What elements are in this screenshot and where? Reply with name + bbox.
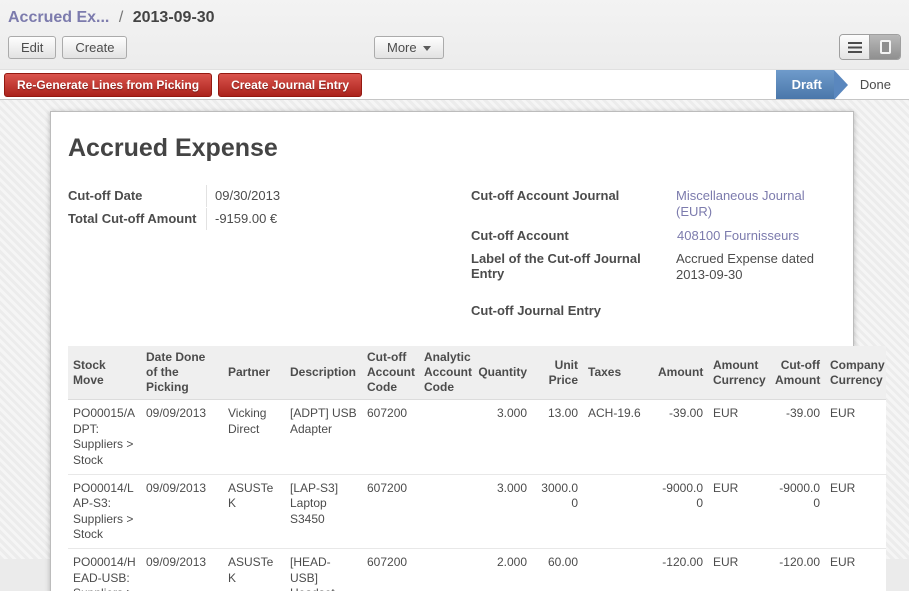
table-cell: -120.00 xyxy=(770,549,825,591)
table-row[interactable]: PO00014/HEAD-USB: Suppliers > Stock09/09… xyxy=(68,549,886,591)
field-group-right: Cut-off Account Journal Miscellaneous Jo… xyxy=(471,185,836,322)
view-switcher xyxy=(839,34,901,60)
more-label: More xyxy=(387,40,417,55)
table-cell: 3000.00 xyxy=(532,474,583,548)
column-header: Amount Currency xyxy=(708,346,770,400)
table-cell: -9000.00 xyxy=(770,474,825,548)
table-cell: EUR xyxy=(708,549,770,591)
chevron-down-icon xyxy=(423,46,431,51)
total-cutoff-amount-label: Total Cut-off Amount xyxy=(68,208,206,230)
page-title: Accrued Expense xyxy=(68,134,836,163)
table-cell: 3.000 xyxy=(473,474,532,548)
table-cell: PO00014/LAP-S3: Suppliers > Stock xyxy=(68,474,141,548)
column-header: Cut-off Account Code xyxy=(362,346,419,400)
table-cell: -39.00 xyxy=(653,400,708,474)
column-header: Date Done of the Picking xyxy=(141,346,223,400)
table-cell: 2.000 xyxy=(473,549,532,591)
table-cell: ASUSTeK xyxy=(223,474,285,548)
top-bar: Accrued Ex... / 2013-09-30 Edit Create M… xyxy=(0,0,909,69)
table-cell: 60.00 xyxy=(532,549,583,591)
journal-entry-label-value: Accrued Expense dated 2013-09-30 xyxy=(668,248,836,287)
cutoff-account-label: Cut-off Account xyxy=(471,225,669,247)
table-cell: EUR xyxy=(825,474,886,548)
form-sheet: Accrued Expense Cut-off Date 09/30/2013 … xyxy=(50,111,854,591)
cutoff-account-journal-label: Cut-off Account Journal xyxy=(471,185,668,224)
breadcrumb-current: 2013-09-30 xyxy=(133,9,215,26)
page-background: Accrued Expense Cut-off Date 09/30/2013 … xyxy=(0,100,909,559)
table-cell: [HEAD-USB] Headset USB xyxy=(285,549,362,591)
table-cell: [LAP-S3] Laptop S3450 xyxy=(285,474,362,548)
table-row[interactable]: PO00015/ADPT: Suppliers > Stock09/09/201… xyxy=(68,400,886,474)
cutoff-account-link[interactable]: 408100 Fournisseurs xyxy=(669,225,799,247)
list-view-icon xyxy=(848,42,862,53)
table-cell: 3.000 xyxy=(473,400,532,474)
state-indicator: Draft Done xyxy=(776,70,909,99)
table-header-row: Stock MoveDate Done of the PickingPartne… xyxy=(68,346,886,400)
create-journal-entry-button[interactable]: Create Journal Entry xyxy=(218,73,362,97)
table-cell: [ADPT] USB Adapter xyxy=(285,400,362,474)
breadcrumb: Accrued Ex... / 2013-09-30 xyxy=(0,0,909,29)
table-cell: ASUSTeK xyxy=(223,549,285,591)
breadcrumb-parent-link[interactable]: Accrued Ex... xyxy=(8,9,109,26)
table-cell: 09/09/2013 xyxy=(141,474,223,548)
column-header: Unit Price xyxy=(532,346,583,400)
cutoff-account-journal-link[interactable]: Miscellaneous Journal (EUR) xyxy=(668,185,836,224)
list-view-button[interactable] xyxy=(840,35,870,59)
column-header: Cut-off Amount xyxy=(770,346,825,400)
column-header: Quantity xyxy=(473,346,532,400)
column-header: Description xyxy=(285,346,362,400)
cutoff-journal-entry-label: Cut-off Journal Entry xyxy=(471,300,669,321)
table-cell xyxy=(419,549,473,591)
table-cell: EUR xyxy=(825,549,886,591)
table-cell: 09/09/2013 xyxy=(141,400,223,474)
table-cell: 09/09/2013 xyxy=(141,549,223,591)
edit-button[interactable]: Edit xyxy=(8,36,56,59)
table-cell: -120.00 xyxy=(653,549,708,591)
table-cell: 607200 xyxy=(362,549,419,591)
table-cell: -9000.00 xyxy=(653,474,708,548)
cutoff-date-value: 09/30/2013 xyxy=(206,185,471,207)
create-button[interactable]: Create xyxy=(62,36,127,59)
field-group-left: Cut-off Date 09/30/2013 Total Cut-off Am… xyxy=(68,185,471,322)
toolbar: Edit Create More xyxy=(0,29,909,69)
table-cell: 13.00 xyxy=(532,400,583,474)
status-bar: Re-Generate Lines from Picking Create Jo… xyxy=(0,69,909,100)
table-cell: ACH-19.6 xyxy=(583,400,653,474)
column-header: Stock Move xyxy=(68,346,141,400)
more-dropdown-button[interactable]: More xyxy=(374,36,444,59)
table-cell: -39.00 xyxy=(770,400,825,474)
table-row[interactable]: PO00014/LAP-S3: Suppliers > Stock09/09/2… xyxy=(68,474,886,548)
breadcrumb-separator: / xyxy=(119,9,123,26)
table-cell xyxy=(419,400,473,474)
form-view-icon xyxy=(880,40,891,54)
table-cell: EUR xyxy=(708,400,770,474)
column-header: Amount xyxy=(653,346,708,400)
table-cell: 607200 xyxy=(362,474,419,548)
table-cell xyxy=(583,474,653,548)
regenerate-lines-button[interactable]: Re-Generate Lines from Picking xyxy=(4,73,212,97)
column-header: Taxes xyxy=(583,346,653,400)
state-done-label: Done xyxy=(852,70,909,99)
table-cell xyxy=(583,549,653,591)
table-cell: PO00015/ADPT: Suppliers > Stock xyxy=(68,400,141,474)
table-cell: EUR xyxy=(708,474,770,548)
column-header: Company Currency xyxy=(825,346,886,400)
column-header: Partner xyxy=(223,346,285,400)
table-cell xyxy=(419,474,473,548)
table-cell: Vicking Direct xyxy=(223,400,285,474)
table-cell: 607200 xyxy=(362,400,419,474)
cutoff-date-label: Cut-off Date xyxy=(68,185,206,207)
table-body: PO00015/ADPT: Suppliers > Stock09/09/201… xyxy=(68,400,886,591)
lines-table-container: Stock MoveDate Done of the PickingPartne… xyxy=(68,346,886,591)
form-view-button[interactable] xyxy=(870,35,900,59)
total-cutoff-amount-value: -9159.00 € xyxy=(206,208,471,230)
journal-entry-label-label: Label of the Cut-off Journal Entry xyxy=(471,248,668,287)
lines-table: Stock MoveDate Done of the PickingPartne… xyxy=(68,346,886,591)
column-header: Analytic Account Code xyxy=(419,346,473,400)
cutoff-journal-entry-value xyxy=(669,300,677,321)
state-draft-badge: Draft xyxy=(776,70,834,99)
table-cell: PO00014/HEAD-USB: Suppliers > Stock xyxy=(68,549,141,591)
table-cell: EUR xyxy=(825,400,886,474)
